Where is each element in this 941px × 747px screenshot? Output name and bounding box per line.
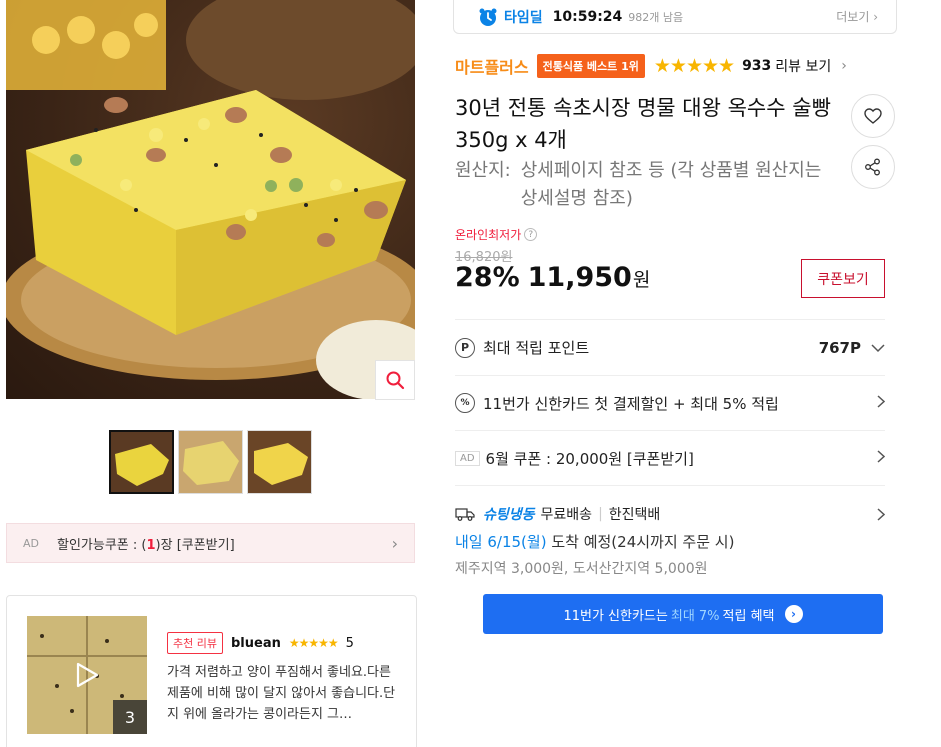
june-coupon-text: 6월 쿠폰 : 20,000원 [쿠폰받기]: [485, 449, 694, 468]
free-shipping: 무료배송: [540, 507, 593, 523]
delivery-date-line: 내일 6/15(월) 도착 예정(24시까지 주문 시): [455, 531, 885, 552]
magnifier-icon: [386, 371, 405, 390]
arrow-circle-icon: ›: [784, 605, 803, 623]
courier-name: 한진택배: [608, 507, 661, 523]
delivery-info[interactable]: 슈팅냉동 무료배송 | 한진택배 내일 6/15(월) 도착 예정(24시까지 …: [455, 485, 886, 578]
thumbnail-1[interactable]: [109, 430, 174, 494]
play-icon: [76, 662, 99, 688]
product-main-image[interactable]: [6, 0, 415, 399]
ad-label: AD: [23, 536, 39, 550]
percent-icon: %: [455, 393, 475, 413]
delivery-line: 슈팅냉동 무료배송 | 한진택배: [455, 504, 885, 524]
review-header: 추천 리뷰 bluean ★★★★★ 5: [167, 632, 354, 654]
review-card[interactable]: 3 추천 리뷰 bluean ★★★★★ 5 가격 저렴하고 양이 푸짐해서 좋…: [6, 595, 417, 747]
origin-info: 원산지: 상세페이지 참조 등 (각 상품별 원산지는 상세설명 참조): [455, 157, 835, 213]
delivery-date: 내일 6/15(월): [455, 533, 547, 551]
thumbnail-strip: [109, 430, 312, 494]
chevron-right-icon: [877, 508, 886, 525]
timedeal-bar: 타임딜 10:59:24 982개 남음 더보기 ›: [453, 0, 897, 34]
discount-rate: 28%: [455, 262, 520, 293]
extra-shipping-fee: 제주지역 3,000원, 도서산간지역 5,000원: [455, 561, 708, 577]
delivery-arrival: 도착 예정(24시까지 주문 시): [551, 533, 735, 551]
alarm-clock-icon: [479, 8, 497, 26]
rating-stars: ★★★★★: [653, 55, 735, 77]
banner-suffix: 적립 혜택: [722, 608, 775, 624]
points-label: 최대 적립 포인트: [483, 339, 590, 357]
banner-highlight: 최대 7%: [670, 608, 720, 624]
p-circle-icon: P: [455, 337, 475, 358]
currency-unit: 원: [632, 269, 651, 291]
review-stars: ★★★★★: [288, 636, 339, 650]
seller-row: 마트플러스 전통식품 베스트 1위 ★★★★★ 933 리뷰 보기 ›: [455, 54, 847, 78]
best-badge: 전통식품 베스트 1위: [536, 54, 645, 78]
origin-value: 상세페이지 참조 등 (각 상품별 원산지는 상세설명 참조): [520, 160, 822, 209]
coupon-text: 할인가능쿠폰 : (1)장 [쿠폰받기]: [57, 537, 235, 553]
zoom-button[interactable]: [375, 360, 415, 400]
thumbnail-image: [111, 432, 172, 492]
wishlist-button[interactable]: [851, 94, 895, 138]
chevron-right-icon: ›: [841, 58, 847, 74]
thumbnail-2[interactable]: [178, 430, 243, 494]
thumbnail-image: [248, 431, 311, 493]
review-text: 가격 저렴하고 양이 푸짐해서 좋네요.다른 제품에 비해 많이 달지 않아서 …: [167, 665, 396, 722]
seller-name[interactable]: 마트플러스: [455, 54, 529, 78]
review-photo[interactable]: 3: [27, 616, 147, 734]
discount-coupon-bar[interactable]: AD 할인가능쿠폰 : (1)장 [쿠폰받기] ›: [6, 523, 415, 563]
heart-icon: [864, 108, 882, 124]
divider: |: [598, 506, 603, 522]
lowest-price-label: 온라인최저가 ?: [455, 226, 538, 243]
timedeal-remaining: 982개 남음: [628, 10, 684, 24]
share-button[interactable]: [851, 145, 895, 189]
points-row[interactable]: P 최대 적립 포인트 767P: [455, 319, 885, 375]
chevron-right-icon: [877, 394, 886, 412]
june-coupon-row[interactable]: AD 6월 쿠폰 : 20,000원 [쿠폰받기]: [455, 430, 886, 485]
shooting-frozen-brand: 슈팅냉동: [483, 507, 535, 523]
review-score: 5: [345, 635, 354, 651]
origin-label: 원산지:: [455, 160, 511, 181]
shinhan-card-banner[interactable]: 11번가 신한카드는 최대 7% 적립 혜택 ›: [483, 594, 883, 634]
chevron-down-icon: [871, 339, 885, 357]
timedeal-more-link[interactable]: 더보기 ›: [836, 8, 878, 25]
question-icon[interactable]: ?: [524, 228, 538, 241]
banner-prefix: 11번가 신한카드는: [563, 608, 668, 624]
ad-label: AD: [455, 450, 480, 466]
review-username: bluean: [230, 635, 281, 651]
thumbnail-image: [179, 431, 242, 493]
recommended-badge: 추천 리뷰: [167, 632, 223, 654]
corn-bread-illustration: [6, 0, 415, 399]
product-title: 30년 전통 속초시장 명물 대왕 옥수수 술빵 350g x 4개: [455, 96, 831, 152]
coupon-view-button[interactable]: 쿠폰보기: [801, 259, 885, 298]
photo-count: 3: [113, 700, 147, 734]
points-value: 767P: [818, 338, 861, 357]
chevron-right-icon: ›: [391, 533, 398, 553]
timedeal-timer: 10:59:24: [552, 8, 623, 25]
price-row: 28% 11,950 원: [455, 262, 650, 293]
card-discount-row[interactable]: % 11번가 신한카드 첫 결제할인 + 최대 5% 적립: [455, 375, 886, 430]
chevron-right-icon: [877, 449, 886, 467]
card-discount-text: 11번가 신한카드 첫 결제할인 + 최대 5% 적립: [483, 394, 779, 413]
sale-price: 11,950: [527, 262, 632, 293]
review-count[interactable]: 933: [742, 58, 771, 74]
review-link[interactable]: 리뷰 보기: [775, 56, 831, 76]
timedeal-label: 타임딜: [504, 9, 543, 26]
coupon-count: 1: [146, 537, 156, 553]
share-icon: [865, 158, 880, 176]
truck-icon: [455, 508, 475, 521]
thumbnail-3[interactable]: [247, 430, 312, 494]
